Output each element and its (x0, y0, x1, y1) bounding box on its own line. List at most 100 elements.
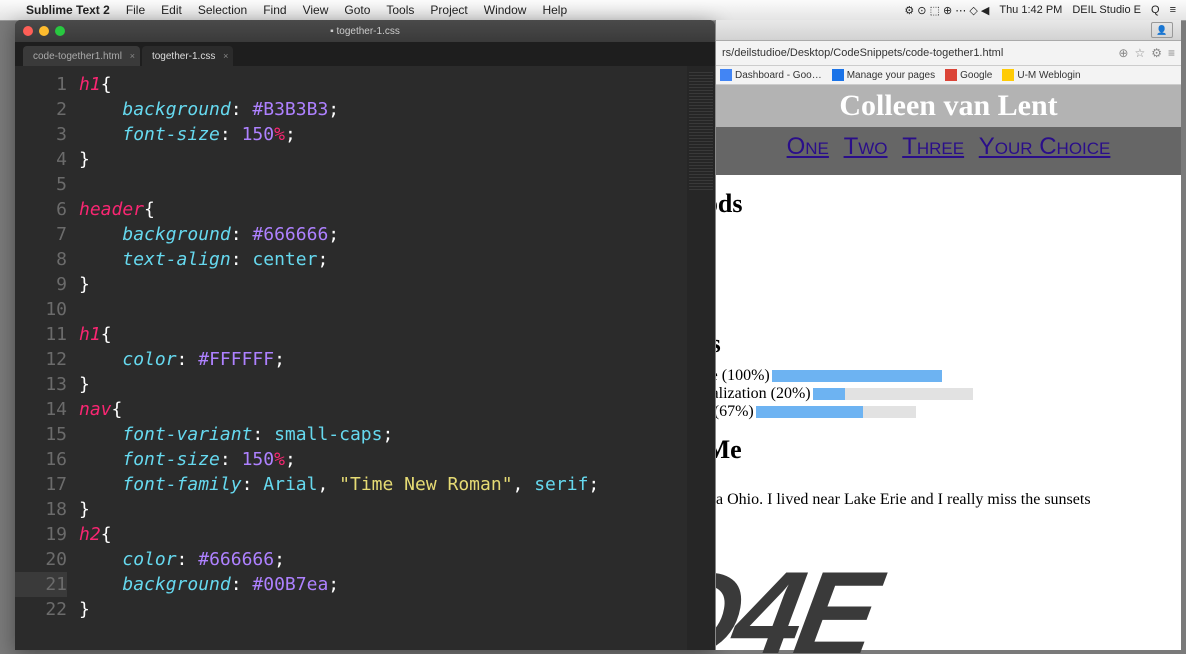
code-line[interactable]: font-size: 150%; (79, 122, 687, 147)
bookmark[interactable]: Dashboard - Goo… (720, 69, 822, 81)
bookmarks-bar: Dashboard - Goo… Manage your pages Google U… (716, 66, 1181, 85)
progress-bar (772, 370, 942, 382)
zoom-icon[interactable] (55, 26, 65, 36)
sublime-window: ▪ together-1.css code-together1.html×tog… (15, 20, 715, 650)
tab[interactable]: code-together1.html× (23, 46, 140, 66)
bookmark[interactable]: Manage your pages (832, 69, 935, 81)
code-line[interactable]: background: #B3B3B3; (79, 97, 687, 122)
zoom-icon[interactable]: ⊕ (1118, 46, 1128, 60)
close-tab-icon[interactable]: × (130, 51, 135, 61)
window-title: ▪ together-1.css (330, 26, 400, 37)
page-content: Colleen van Lent One Two Three Your Choi… (716, 85, 1181, 653)
menu-edit[interactable]: Edit (153, 3, 190, 17)
code-line[interactable]: color: #FFFFFF; (79, 347, 687, 372)
code-line[interactable]: color: #666666; (79, 547, 687, 572)
menu-project[interactable]: Project (422, 3, 475, 17)
bookmark[interactable]: U-M Weblogin (1002, 69, 1080, 81)
browser-window: 👤 rs/deilstudioe/Desktop/CodeSnippets/co… (715, 20, 1181, 650)
bookmark[interactable]: Google (945, 69, 992, 81)
tab-bar: code-together1.html×together-1.css× (15, 42, 715, 66)
code-line[interactable]: } (79, 597, 687, 622)
clock[interactable]: Thu 1:42 PM (999, 4, 1062, 16)
editor-area: 12345678910111213141516171819202122 h1{ … (15, 66, 715, 650)
nav-link[interactable]: Three (902, 133, 964, 160)
h2-ents: ents (716, 329, 1171, 359)
line-number: 21 (15, 572, 67, 597)
list-item: od (716, 473, 1171, 491)
spotlight-icon[interactable]: Q (1151, 4, 1160, 16)
code-line[interactable]: } (79, 497, 687, 522)
code-line[interactable] (79, 172, 687, 197)
line-number: 3 (15, 122, 67, 147)
menu-view[interactable]: View (295, 3, 337, 17)
line-number: 1 (15, 72, 67, 97)
star-icon[interactable]: ☆ (1134, 46, 1145, 60)
menu-file[interactable]: File (118, 3, 153, 17)
menu-window[interactable]: Window (476, 3, 535, 17)
code-line[interactable]: font-variant: small-caps; (79, 422, 687, 447)
code-line[interactable]: header{ (79, 197, 687, 222)
favicon-icon (720, 69, 732, 81)
line-number: 15 (15, 422, 67, 447)
line-number: 4 (15, 147, 67, 172)
line-number: 11 (15, 322, 67, 347)
list-item: Cake (716, 297, 1171, 315)
tab[interactable]: together-1.css× (142, 46, 233, 66)
code-line[interactable]: } (79, 372, 687, 397)
window-titlebar[interactable]: ▪ together-1.css (15, 20, 715, 42)
line-number: 14 (15, 397, 67, 422)
mac-menubar: Sublime Text 2 FileEditSelectionFindView… (0, 0, 1186, 21)
big-text: D4E (716, 545, 884, 653)
code-line[interactable]: h1{ (79, 322, 687, 347)
code-line[interactable]: h1{ (79, 72, 687, 97)
line-number: 10 (15, 297, 67, 322)
menubar-right: ⚙ ⊙ ⬚ ⊕ ⋯ ◇ ◀ Thu 1:42 PM DEIL Studio E … (904, 4, 1186, 17)
line-number: 17 (15, 472, 67, 497)
line-number: 5 (15, 172, 67, 197)
code-line[interactable]: } (79, 272, 687, 297)
url-field[interactable]: rs/deilstudioe/Desktop/CodeSnippets/code… (722, 47, 1112, 59)
line-number: 9 (15, 272, 67, 297)
user-name[interactable]: DEIL Studio E (1072, 4, 1141, 16)
line-number: 12 (15, 347, 67, 372)
close-tab-icon[interactable]: × (223, 51, 228, 61)
nav-link[interactable]: Two (844, 133, 888, 160)
favicon-icon (832, 69, 844, 81)
code-area[interactable]: h1{ background: #B3B3B3; font-size: 150%… (75, 66, 687, 650)
favicon-icon (945, 69, 957, 81)
menu-goto[interactable]: Goto (336, 3, 378, 17)
h2-foods: Foods (716, 189, 1171, 219)
code-line[interactable]: } (79, 147, 687, 172)
menu-icon[interactable]: ≡ (1168, 46, 1175, 60)
minimap[interactable] (687, 66, 715, 650)
line-number: 8 (15, 247, 67, 272)
menu-find[interactable]: Find (255, 3, 294, 17)
nav-link[interactable]: One (787, 133, 829, 160)
favicon-icon (1002, 69, 1014, 81)
code-line[interactable]: text-align: center; (79, 247, 687, 272)
menu-selection[interactable]: Selection (190, 3, 255, 17)
browser-titlebar[interactable]: 👤 (716, 20, 1181, 41)
minimize-icon[interactable] (39, 26, 49, 36)
progress-label: course (100%) (716, 367, 770, 384)
line-number: 16 (15, 447, 67, 472)
code-line[interactable] (79, 297, 687, 322)
menu-help[interactable]: Help (534, 3, 575, 17)
progress-label: goals (67%) (716, 403, 754, 420)
line-number: 22 (15, 597, 67, 622)
menu-icon[interactable]: ≡ (1170, 4, 1176, 16)
code-line[interactable]: background: #00B7ea; (79, 572, 687, 597)
status-icons: ⚙ ⊙ ⬚ ⊕ ⋯ ◇ ◀ (904, 4, 989, 17)
code-line[interactable]: h2{ (79, 522, 687, 547)
code-line[interactable]: font-family: Arial, "Time New Roman", se… (79, 472, 687, 497)
close-icon[interactable] (23, 26, 33, 36)
code-line[interactable]: background: #666666; (79, 222, 687, 247)
app-name[interactable]: Sublime Text 2 (18, 3, 118, 17)
code-line[interactable]: font-size: 150%; (79, 447, 687, 472)
nav-link[interactable]: Your Choice (979, 133, 1111, 160)
page-title: Colleen van Lent (716, 85, 1181, 127)
menu-tools[interactable]: Tools (378, 3, 422, 17)
user-icon[interactable]: 👤 (1151, 22, 1173, 38)
settings-icon[interactable]: ⚙ (1151, 46, 1162, 60)
code-line[interactable]: nav{ (79, 397, 687, 422)
